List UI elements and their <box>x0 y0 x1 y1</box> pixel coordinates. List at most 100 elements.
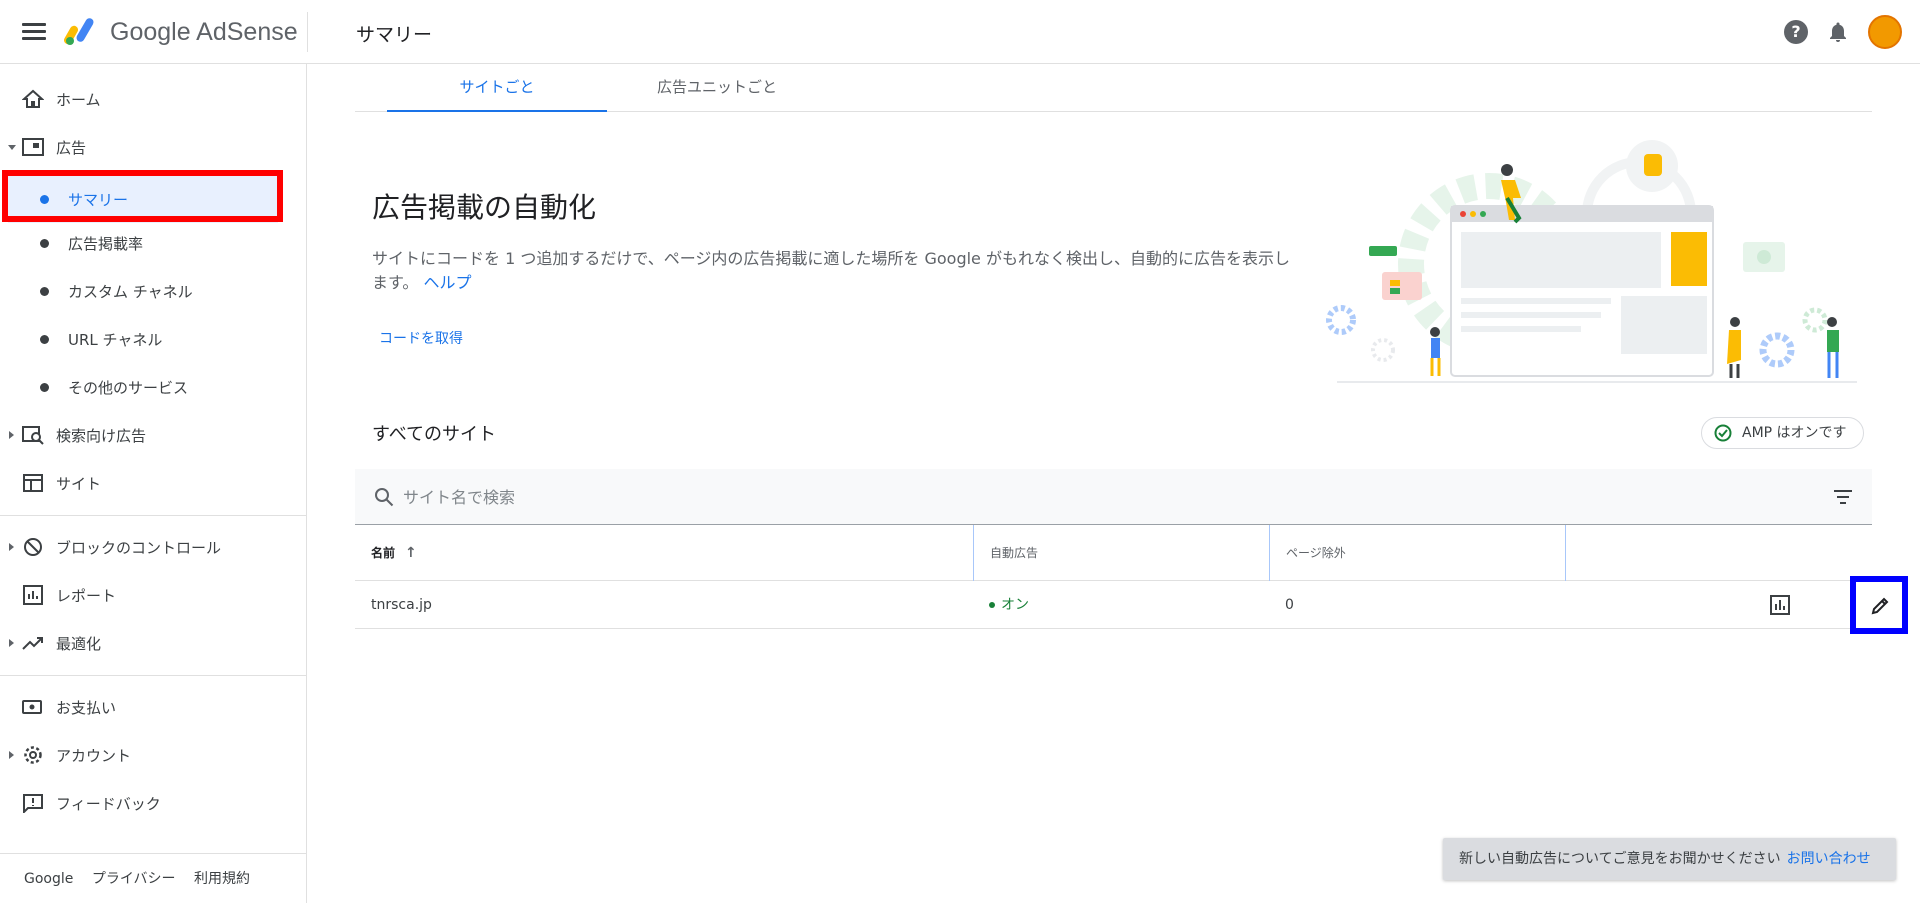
divider <box>0 853 306 854</box>
sidebar-item-optimization[interactable]: 最適化 <box>0 619 306 667</box>
sidebar-item-feedback[interactable]: フィードバック <box>0 779 306 827</box>
search-ads-icon <box>22 426 44 445</box>
column-header-auto-ads[interactable]: 自動広告 <box>973 525 1269 581</box>
sidebar-item-home[interactable]: ホーム <box>0 75 306 123</box>
payment-icon <box>22 700 42 714</box>
sidebar-item-label: アカウント <box>56 747 132 765</box>
divider <box>0 675 306 676</box>
tab-by-ad-unit[interactable]: 広告ユニットごと <box>607 64 827 112</box>
search-icon <box>375 488 394 507</box>
bullet-icon <box>40 195 49 204</box>
sidebar-item-account[interactable]: アカウント <box>0 731 306 779</box>
sidebar-item-label: 最適化 <box>56 635 102 653</box>
tab-by-site[interactable]: サイトごと <box>387 64 607 112</box>
hero-description: サイトにコードを 1 つ追加するだけで、ページ内の広告掲載に適した場所を Goo… <box>372 247 1302 295</box>
sidebar-item-url-channels[interactable]: URL チャネル <box>0 315 306 363</box>
pencil-icon <box>1871 597 1889 615</box>
snackbar-text: 新しい自動広告についてご意見をお聞かせください <box>1459 851 1781 867</box>
column-header-actions <box>1565 525 1872 581</box>
hero-title: 広告掲載の自動化 <box>372 191 597 224</box>
bullet-icon <box>40 239 49 248</box>
sidebar-item-label: サイト <box>56 475 102 493</box>
sidebar-item-label: カスタム チャネル <box>68 283 193 301</box>
table-header: 名前 ↑ 自動広告 ページ除外 <box>355 525 1872 581</box>
amp-status-label: AMP はオンです <box>1742 425 1847 441</box>
auto-ads-illustration <box>1326 140 1857 383</box>
sidebar-item-custom-channels[interactable]: カスタム チャネル <box>0 267 306 315</box>
sidebar-item-label: サマリー <box>68 191 129 209</box>
sidebar-item-label: ホーム <box>56 91 101 109</box>
divider <box>0 515 306 516</box>
avatar[interactable] <box>1868 15 1902 49</box>
sidebar-item-label: 広告掲載率 <box>68 235 144 253</box>
search-input[interactable] <box>403 483 1703 511</box>
sidebar-item-payments[interactable]: お支払い <box>0 683 306 731</box>
filter-icon[interactable] <box>1832 489 1854 505</box>
main-content: サイトごと 広告ユニットごと 広告掲載の自動化 サイトにコードを 1 つ追加する… <box>307 64 1920 903</box>
page-title: サマリー <box>356 24 433 46</box>
menu-icon[interactable] <box>20 20 48 44</box>
help-link[interactable]: ヘルプ <box>424 273 472 292</box>
divider <box>307 12 308 52</box>
sidebar-item-coverage[interactable]: 広告掲載率 <box>0 219 306 267</box>
help-icon[interactable]: ? <box>1784 20 1808 44</box>
report-icon <box>23 585 43 605</box>
site-name-cell[interactable]: tnrsca.jp <box>355 581 973 629</box>
sidebar-item-ads[interactable]: 広告 <box>0 123 306 171</box>
bell-icon[interactable] <box>1826 20 1850 44</box>
amp-status-badge[interactable]: AMP はオンです <box>1701 417 1864 449</box>
contact-link[interactable]: お問い合わせ <box>1787 851 1871 867</box>
sidebar: ホーム 広告 サマリー 広告掲載率 カスタム チャネル URL チャネル その他… <box>0 64 307 903</box>
get-code-link[interactable]: コードを取得 <box>379 328 463 348</box>
sidebar-item-label: お支払い <box>56 699 117 717</box>
terms-link[interactable]: 利用規約 <box>194 871 250 887</box>
chevron-right-icon[interactable] <box>9 543 14 551</box>
page-exclusions-cell: 0 <box>1285 597 1294 613</box>
sidebar-item-label: フィードバック <box>56 795 161 813</box>
sidebar-item-label: その他のサービス <box>68 379 189 397</box>
bullet-icon <box>40 287 49 296</box>
sidebar-item-block-controls[interactable]: ブロックのコントロール <box>0 523 306 571</box>
sidebar-item-reports[interactable]: レポート <box>0 571 306 619</box>
auto-ads-status-label: オン <box>1001 597 1029 613</box>
top-app-bar: Google AdSense サマリー ? <box>0 0 1920 64</box>
tab-bar: サイトごと 広告ユニットごと <box>355 64 1872 112</box>
bullet-icon <box>40 335 49 344</box>
table-row: tnrsca.jp オン 0 <box>355 576 1908 634</box>
auto-ads-status-cell: オン <box>973 581 1269 629</box>
chevron-right-icon[interactable] <box>9 431 14 439</box>
site-search-bar <box>355 469 1872 525</box>
sidebar-item-label: 広告 <box>56 139 87 157</box>
check-circle-icon <box>1714 424 1732 442</box>
column-header-label: 名前 <box>371 546 396 560</box>
google-link[interactable]: Google <box>24 871 73 887</box>
chevron-right-icon[interactable] <box>9 639 14 647</box>
sidebar-item-other-services[interactable]: その他のサービス <box>0 363 306 411</box>
edit-button[interactable] <box>1850 576 1908 634</box>
sidebar-item-search-ads[interactable]: 検索向け広告 <box>0 411 306 459</box>
chevron-right-icon[interactable] <box>9 751 14 759</box>
block-icon <box>24 538 42 556</box>
bullet-icon <box>40 383 49 392</box>
brand-name: Google AdSense <box>110 18 298 46</box>
column-header-page-exclusions[interactable]: ページ除外 <box>1269 525 1565 581</box>
privacy-link[interactable]: プライバシー <box>92 871 176 887</box>
column-header-name[interactable]: 名前 ↑ <box>355 525 973 581</box>
hero-description-text: サイトにコードを 1 つ追加するだけで、ページ内の広告掲載に適した場所を Goo… <box>372 249 1290 292</box>
gear-icon <box>24 746 42 764</box>
all-sites-heading: すべてのサイト <box>372 424 497 445</box>
feedback-snackbar: 新しい自動広告についてご意見をお聞かせください お問い合わせ <box>1443 838 1896 880</box>
arrow-up-icon[interactable]: ↑ <box>405 525 417 581</box>
adsense-logo[interactable] <box>64 16 100 46</box>
feedback-icon <box>23 794 43 813</box>
status-dot-icon <box>989 602 995 608</box>
sidebar-item-label: レポート <box>56 587 117 605</box>
sidebar-item-sites[interactable]: サイト <box>0 459 306 507</box>
sidebar-item-summary[interactable]: サマリー <box>8 175 278 223</box>
sidebar-item-label: URL チャネル <box>68 331 163 349</box>
footer-links: Google プライバシー 利用規約 <box>24 868 264 888</box>
chevron-down-icon[interactable] <box>8 145 16 150</box>
home-icon <box>22 89 44 108</box>
sidebar-item-label: ブロックのコントロール <box>56 539 222 557</box>
report-icon[interactable] <box>1770 595 1790 615</box>
